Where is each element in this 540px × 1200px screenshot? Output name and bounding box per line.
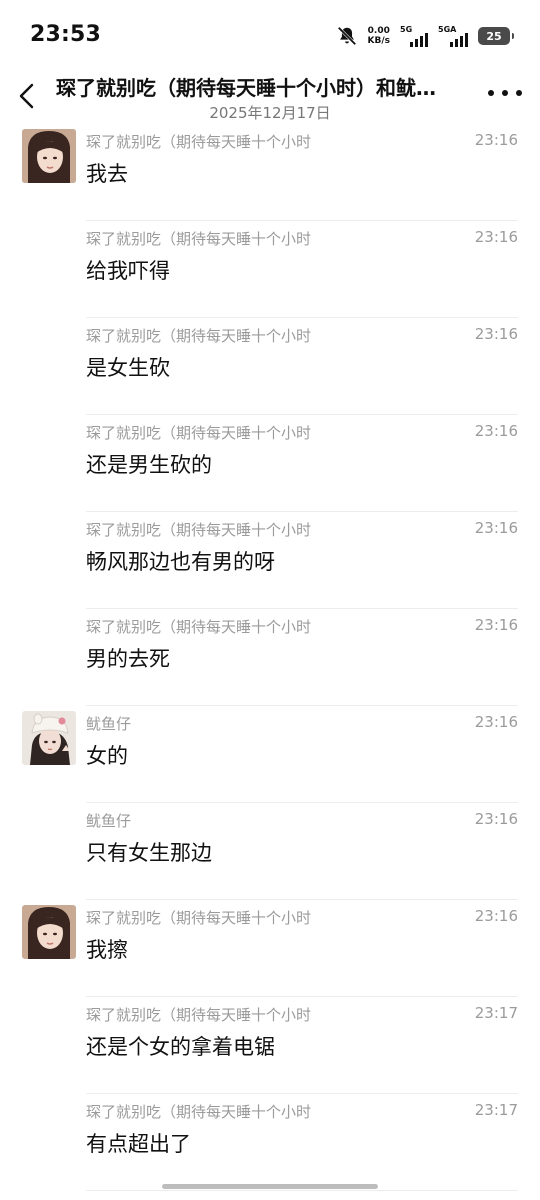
avatar[interactable]: [22, 711, 76, 765]
status-bar: 23:53 0.00 KB/s 5G 5GA 25: [0, 0, 540, 72]
message-time: 23:17: [474, 1101, 518, 1119]
message-text[interactable]: 还是个女的拿着电锯: [86, 1031, 275, 1061]
message-sender: 琛了就别吃（期待每天睡十个小时: [86, 1103, 312, 1121]
message-item: 琛了就别吃（期待每天睡十个小时 23:16 是女生砍: [0, 318, 540, 415]
message-time: 23:16: [474, 325, 518, 343]
message-text[interactable]: 男的去死: [86, 643, 170, 673]
message-sender: 琛了就别吃（期待每天睡十个小时: [86, 909, 312, 927]
status-icons: 0.00 KB/s 5G 5GA 25: [336, 24, 514, 48]
message-sender: 鱿鱼仔: [86, 715, 132, 733]
chat-header: 琛了就别吃（期待每天睡十个小时）和鱿… 2025年12月17日: [0, 72, 540, 124]
message-time: 23:16: [474, 810, 518, 828]
message-text[interactable]: 是女生砍: [86, 352, 170, 382]
message-item: 鱿鱼仔 23:16 只有女生那边: [0, 803, 540, 900]
message-text[interactable]: 还是男生砍的: [86, 449, 212, 479]
chat-title: 琛了就别吃（期待每天睡十个小时）和鱿…: [56, 76, 436, 100]
home-indicator[interactable]: [162, 1184, 378, 1189]
signal-5ga: 5GA: [438, 25, 468, 47]
message-sender: 琛了就别吃（期待每天睡十个小时: [86, 618, 312, 636]
message-item: 琛了就别吃（期待每天睡十个小时 23:16 畅风那边也有男的呀: [0, 512, 540, 609]
signal-5g: 5G: [400, 25, 428, 47]
avatar[interactable]: [22, 129, 76, 183]
message-item: 琛了就别吃（期待每天睡十个小时 23:17 有点超出了: [0, 1094, 540, 1191]
message-sender: 琛了就别吃（期待每天睡十个小时: [86, 424, 312, 442]
message-sender: 琛了就别吃（期待每天睡十个小时: [86, 230, 312, 248]
status-time: 23:53: [30, 22, 102, 47]
message-item: 鱿鱼仔 23:16 女的: [0, 706, 540, 803]
network-speed-value: 0.00: [367, 26, 390, 36]
message-time: 23:16: [474, 131, 518, 149]
message-text[interactable]: 给我吓得: [86, 255, 170, 285]
message-time: 23:16: [474, 422, 518, 440]
chat-date: 2025年12月17日: [209, 104, 331, 122]
message-item: 琛了就别吃（期待每天睡十个小时 23:16 我擦: [0, 900, 540, 997]
message-text[interactable]: 我擦: [86, 934, 128, 964]
message-sender: 琛了就别吃（期待每天睡十个小时: [86, 521, 312, 539]
message-time: 23:16: [474, 713, 518, 731]
signal-bars-icon: [450, 33, 468, 47]
message-item: 琛了就别吃（期待每天睡十个小时 23:16 我去: [0, 124, 540, 221]
message-item: 琛了就别吃（期待每天睡十个小时 23:16 给我吓得: [0, 221, 540, 318]
message-item: 琛了就别吃（期待每天睡十个小时 23:16 男的去死: [0, 609, 540, 706]
avatar[interactable]: [22, 905, 76, 959]
message-text[interactable]: 有点超出了: [86, 1128, 191, 1158]
message-sender: 琛了就别吃（期待每天睡十个小时: [86, 1006, 312, 1024]
more-dots-icon: [488, 90, 494, 96]
bell-off-icon: [337, 26, 356, 46]
message-sender: 琛了就别吃（期待每天睡十个小时: [86, 327, 312, 345]
network-speed-unit: KB/s: [367, 36, 390, 46]
message-time: 23:16: [474, 228, 518, 246]
message-item: 琛了就别吃（期待每天睡十个小时 23:17 还是个女的拿着电锯: [0, 997, 540, 1094]
message-sender: 鱿鱼仔: [86, 812, 132, 830]
network-speed: 0.00 KB/s: [368, 26, 390, 46]
more-options-button[interactable]: [488, 78, 522, 108]
message-time: 23:16: [474, 519, 518, 537]
message-text[interactable]: 女的: [86, 740, 128, 770]
message-time: 23:16: [474, 616, 518, 634]
message-text[interactable]: 只有女生那边: [86, 837, 212, 867]
message-divider: [86, 1190, 518, 1191]
message-time: 23:16: [474, 907, 518, 925]
message-sender: 琛了就别吃（期待每天睡十个小时: [86, 133, 312, 151]
message-time: 23:17: [474, 1004, 518, 1022]
message-list: 琛了就别吃（期待每天睡十个小时 23:16 我去 琛了就别吃（期待每天睡十个小时…: [0, 124, 540, 1191]
battery-icon: 25: [478, 27, 514, 45]
message-text[interactable]: 我去: [86, 158, 128, 188]
signal-bars-icon: [410, 33, 428, 47]
message-item: 琛了就别吃（期待每天睡十个小时 23:16 还是男生砍的: [0, 415, 540, 512]
message-text[interactable]: 畅风那边也有男的呀: [86, 546, 275, 576]
